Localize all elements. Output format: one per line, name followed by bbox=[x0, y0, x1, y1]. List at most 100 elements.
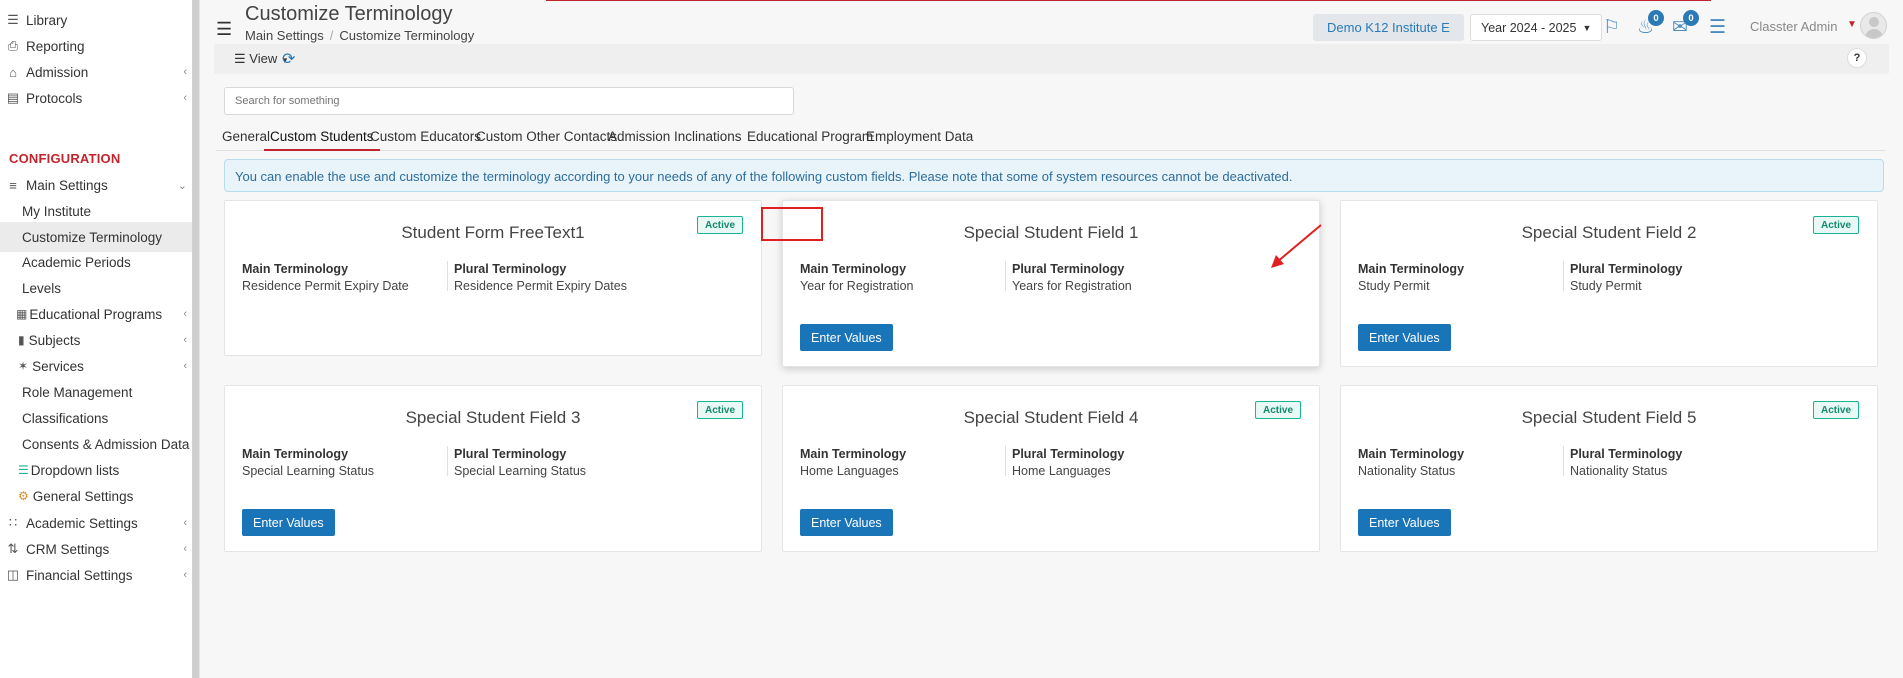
main-terminology-value: Nationality Status bbox=[1358, 464, 1456, 478]
breadcrumb-item-current: Customize Terminology bbox=[339, 28, 475, 43]
plural-terminology-value: Years for Registration bbox=[1012, 279, 1132, 293]
sidebar-item-general-settings[interactable]: ⚙ General Settings bbox=[0, 481, 193, 511]
sidebar: ☰ Library ⎙ Reporting ⌂ Admission ‹ ▤ Pr… bbox=[0, 0, 200, 678]
table-icon: ▦ bbox=[16, 307, 28, 321]
menu-toggle-icon[interactable]: ☰ bbox=[216, 19, 232, 40]
sidebar-item-protocols[interactable]: ▤ Protocols ‹ bbox=[0, 83, 193, 113]
institute-selector[interactable]: Demo K12 Institute E bbox=[1313, 14, 1464, 41]
tab-educational-program[interactable]: Educational Program bbox=[741, 125, 879, 151]
status-badge[interactable]: Active bbox=[696, 216, 743, 234]
plural-terminology: Plural Terminology Special Learning Stat… bbox=[454, 447, 586, 478]
main-terminology-value: Home Languages bbox=[800, 464, 899, 478]
chevron-left-icon: ‹ bbox=[183, 517, 187, 529]
plural-terminology-label: Plural Terminology bbox=[1570, 262, 1683, 276]
enter-values-button[interactable]: Enter Values bbox=[1358, 509, 1451, 536]
tab-inclinations[interactable]: Inclinations bbox=[668, 125, 748, 151]
main-terminology: Main Terminology Residence Permit Expiry… bbox=[242, 262, 409, 293]
chevron-left-icon: ‹ bbox=[183, 360, 187, 372]
chevron-left-icon: ‹ bbox=[183, 92, 187, 104]
main-terminology-label: Main Terminology bbox=[1358, 262, 1465, 276]
notification-count-badge: 0 bbox=[1648, 10, 1664, 26]
flag-icon[interactable]: ⚐ bbox=[1603, 16, 1620, 39]
breadcrumb-separator: / bbox=[329, 28, 334, 43]
main-terminology-label: Main Terminology bbox=[1358, 447, 1465, 461]
sidebar-item-label: Educational Programs bbox=[29, 306, 163, 322]
status-badge[interactable]: Active bbox=[1812, 401, 1859, 419]
money-icon: ◫ bbox=[6, 567, 20, 582]
sliders-icon: ≡ bbox=[9, 177, 17, 193]
plural-terminology-value: Residence Permit Expiry Dates bbox=[454, 279, 627, 293]
avatar[interactable] bbox=[1860, 12, 1887, 39]
tab-custom-students[interactable]: Custom Students bbox=[264, 125, 380, 151]
status-badge[interactable]: Active bbox=[1812, 216, 1859, 234]
main-terminology-label: Main Terminology bbox=[800, 262, 907, 276]
card-title: Special Student Field 4 bbox=[963, 408, 1139, 427]
caret-down-icon: ▼ bbox=[1582, 22, 1592, 33]
enter-values-button[interactable]: Enter Values bbox=[800, 509, 893, 536]
plural-terminology-label: Plural Terminology bbox=[1570, 447, 1683, 461]
enter-values-button[interactable]: Enter Values bbox=[1358, 324, 1451, 351]
card-title: Student Form FreeText1 bbox=[401, 223, 585, 242]
status-badge[interactable]: Active bbox=[696, 401, 743, 419]
custom-field-card: Special Student Field 3 Active Main Term… bbox=[224, 385, 762, 552]
plural-terminology-label: Plural Terminology bbox=[454, 262, 567, 276]
sidebar-item-label: Dropdown lists bbox=[30, 462, 120, 478]
column-divider bbox=[1005, 446, 1006, 476]
enter-values-button[interactable]: Enter Values bbox=[800, 324, 893, 351]
tab-admission[interactable]: Admission bbox=[602, 125, 676, 151]
plural-terminology: Plural Terminology Study Permit bbox=[1570, 262, 1682, 293]
enter-values-button[interactable]: Enter Values bbox=[242, 509, 335, 536]
sidebar-scrollbar[interactable] bbox=[192, 0, 199, 678]
layers-icon: ☰ bbox=[18, 463, 29, 477]
sidebar-item-label: CRM Settings bbox=[26, 541, 110, 557]
plural-terminology-label: Plural Terminology bbox=[454, 447, 567, 461]
plural-terminology-value: Nationality Status bbox=[1570, 464, 1668, 478]
user-name[interactable]: Classter Admin bbox=[1750, 19, 1837, 34]
annotation-highlight-box bbox=[761, 207, 823, 241]
card-title: Special Student Field 3 bbox=[405, 408, 581, 427]
sidebar-item-label: Consents & Admission Data bbox=[22, 436, 190, 452]
column-divider bbox=[1563, 261, 1564, 291]
sidebar-item-financial-settings[interactable]: ◫ Financial Settings ‹ bbox=[0, 560, 193, 590]
sidebar-item-label: Levels bbox=[22, 280, 62, 296]
main-terminology-value: Study Permit bbox=[1358, 279, 1430, 293]
library-icon: ☰ bbox=[7, 12, 19, 27]
chevron-left-icon: ‹ bbox=[183, 66, 187, 78]
sidebar-item-label: Admission bbox=[26, 64, 89, 80]
help-button[interactable]: ? bbox=[1847, 48, 1867, 68]
sidebar-item-label: General Settings bbox=[32, 488, 134, 504]
sidebar-item-label: Financial Settings bbox=[26, 567, 133, 583]
caret-down-icon[interactable]: ▼ bbox=[1847, 19, 1857, 30]
chevron-down-icon: ⌄ bbox=[177, 179, 187, 192]
year-selector-value: Year 2024 - 2025 bbox=[1481, 20, 1577, 35]
tab-custom-other-contacts[interactable]: Custom Other Contacts bbox=[470, 125, 623, 151]
plural-terminology-label: Plural Terminology bbox=[1012, 447, 1125, 461]
view-button[interactable]: ☰ View ▼ bbox=[234, 51, 289, 67]
plural-terminology: Plural Terminology Home Languages bbox=[1012, 447, 1124, 478]
tab-employment-data[interactable]: Employment Data bbox=[860, 125, 979, 151]
annotation-arrow-icon bbox=[1271, 224, 1322, 268]
main-terminology-label: Main Terminology bbox=[242, 447, 349, 461]
plural-terminology-label: Plural Terminology bbox=[1012, 262, 1125, 276]
breadcrumb-item-main-settings[interactable]: Main Settings bbox=[245, 28, 324, 43]
status-badge[interactable]: Active bbox=[1254, 401, 1301, 419]
sidebar-item-label: Academic Periods bbox=[22, 254, 131, 270]
shuffle-icon: ⇅ bbox=[7, 541, 19, 556]
sidebar-item-label: Academic Settings bbox=[26, 515, 138, 531]
plural-terminology-value: Special Learning Status bbox=[454, 464, 587, 478]
layers-plus-icon[interactable]: ☰ bbox=[1709, 16, 1726, 39]
plural-terminology-value: Home Languages bbox=[1012, 464, 1111, 478]
main-terminology-value: Special Learning Status bbox=[242, 464, 375, 478]
sidebar-item-label: Main Settings bbox=[26, 177, 108, 193]
custom-field-card: Special Student Field 1 Main Terminology… bbox=[782, 200, 1320, 367]
card-title: Special Student Field 5 bbox=[1521, 408, 1697, 427]
refresh-icon[interactable]: ⟳ bbox=[282, 49, 295, 69]
info-alert: You can enable the use and customize the… bbox=[224, 159, 1884, 192]
tab-custom-educators[interactable]: Custom Educators bbox=[364, 125, 487, 151]
protocols-icon: ▤ bbox=[6, 90, 20, 105]
page-title: Customize Terminology bbox=[245, 3, 453, 25]
search-input[interactable] bbox=[224, 87, 794, 115]
column-divider bbox=[447, 446, 448, 476]
main-terminology-value: Year for Registration bbox=[800, 279, 914, 293]
year-selector[interactable]: Year 2024 - 2025 ▼ bbox=[1470, 14, 1603, 41]
